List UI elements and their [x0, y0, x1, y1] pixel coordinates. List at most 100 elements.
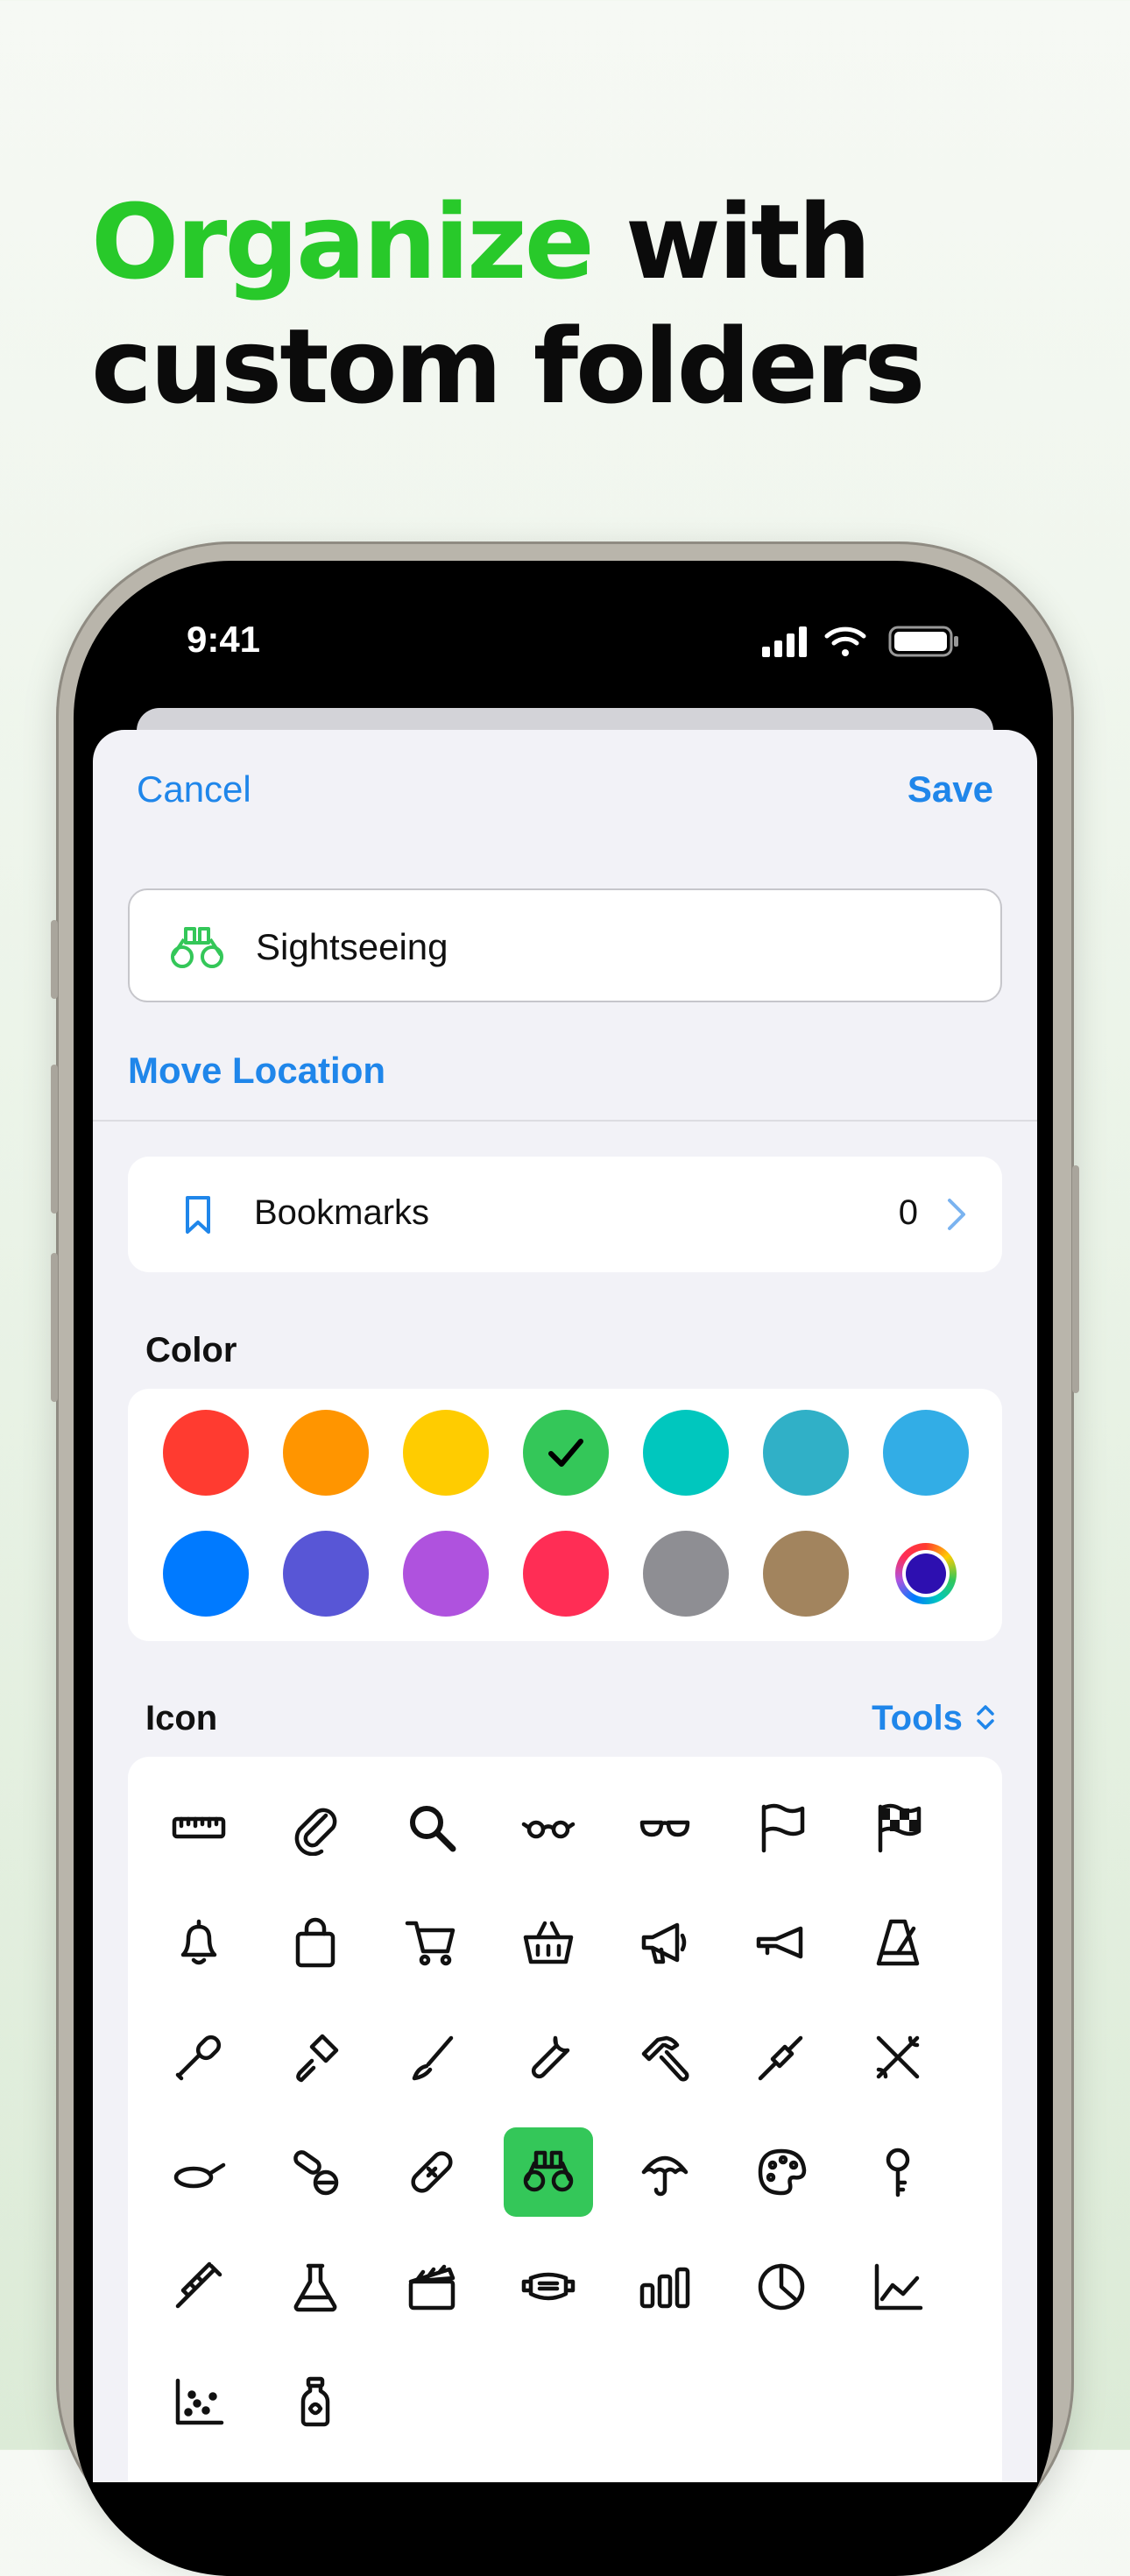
volume-down-button	[51, 1253, 58, 1402]
custom-color-picker[interactable]	[883, 1531, 969, 1617]
key-icon	[886, 2148, 910, 2197]
basket-icon	[523, 1921, 574, 1964]
icon-option[interactable]	[737, 1898, 826, 1987]
icon-category-menu[interactable]: Tools	[872, 1699, 995, 1738]
icon-option[interactable]	[504, 2242, 593, 2332]
bottle-icon	[300, 2376, 330, 2427]
color-swatch[interactable]	[523, 1531, 609, 1617]
wrench-and-screwdriver-icon	[876, 2035, 920, 2079]
divider	[93, 1120, 1037, 1122]
color-swatch[interactable]	[163, 1410, 249, 1496]
checkmark-icon	[548, 1439, 583, 1467]
icon-option[interactable]	[620, 2013, 710, 2102]
eyeglasses-icon	[521, 1820, 576, 1839]
icon-option[interactable]	[271, 2357, 360, 2446]
icon-card	[128, 1757, 1002, 2482]
headline-rest: with	[591, 181, 872, 302]
icon-option[interactable]	[504, 1783, 593, 1872]
icon-option[interactable]	[853, 2013, 943, 2102]
metronome-icon	[876, 1919, 920, 1966]
color-swatch[interactable]	[403, 1531, 489, 1617]
color-swatch[interactable]	[523, 1410, 609, 1496]
headline: Organize with custom folders	[91, 180, 925, 428]
color-swatch[interactable]	[163, 1531, 249, 1617]
color-swatch[interactable]	[763, 1531, 849, 1617]
icon-option[interactable]	[154, 2357, 244, 2446]
icon-option[interactable]	[853, 2127, 943, 2217]
side-button	[1072, 1165, 1079, 1393]
scatter-chart-icon	[175, 2378, 224, 2425]
syringe-icon	[175, 2261, 222, 2309]
color-swatch[interactable]	[763, 1410, 849, 1496]
icon-option[interactable]	[154, 2242, 244, 2332]
icon-option[interactable]	[737, 2242, 826, 2332]
color-swatch[interactable]	[283, 1531, 369, 1617]
shopping-bag-icon	[295, 1917, 335, 1968]
cancel-button[interactable]: Cancel	[137, 768, 251, 810]
icon-option[interactable]	[737, 1783, 826, 1872]
icon-option[interactable]	[387, 2127, 477, 2217]
icon-option[interactable]	[504, 1898, 593, 1987]
action-button	[51, 920, 58, 999]
status-icons	[762, 626, 958, 657]
color-swatch[interactable]	[283, 1410, 369, 1496]
icon-option[interactable]	[271, 1783, 360, 1872]
pie-chart-icon	[758, 2263, 805, 2311]
line-chart-icon	[874, 2263, 923, 2311]
icon-option[interactable]	[154, 1783, 244, 1872]
icon-option[interactable]	[271, 2127, 360, 2217]
face-mask-icon	[521, 2272, 576, 2301]
icon-option[interactable]	[154, 2013, 244, 2102]
icon-option[interactable]	[504, 2127, 593, 2217]
flask-icon	[293, 2263, 337, 2312]
bookmarks-count: 0	[898, 1193, 918, 1232]
volume-up-button	[51, 1065, 58, 1214]
palette-icon	[758, 2148, 807, 2196]
icon-option[interactable]	[387, 1898, 477, 1987]
battery-icon	[888, 626, 958, 657]
headline-accent: Organize	[91, 181, 595, 302]
icon-option[interactable]	[154, 1898, 244, 1987]
icon-option[interactable]	[853, 2242, 943, 2332]
icon-option[interactable]	[504, 2013, 593, 2102]
clapperboard-icon	[408, 2264, 456, 2311]
icon-option[interactable]	[737, 2127, 826, 2217]
ruler-icon	[172, 1816, 226, 1839]
sunglasses-icon	[639, 1820, 690, 1837]
color-swatch[interactable]	[883, 1410, 969, 1496]
checkered-flag-icon	[878, 1803, 922, 1853]
flag-icon	[761, 1803, 805, 1853]
binoculars-icon	[523, 2150, 574, 2192]
icon-option[interactable]	[620, 1783, 710, 1872]
icon-option[interactable]	[154, 2127, 244, 2217]
icon-option[interactable]	[853, 1783, 943, 1872]
color-section-label: Color	[145, 1331, 237, 1369]
screwdriver-icon	[758, 2035, 803, 2081]
bookmarks-row[interactable]: Bookmarks 0	[128, 1157, 1002, 1272]
icon-option[interactable]	[737, 2013, 826, 2102]
umbrella-icon	[641, 2155, 689, 2197]
chevron-right-icon	[948, 1199, 965, 1230]
color-swatch[interactable]	[403, 1410, 489, 1496]
edit-folder-sheet: Cancel Save Move Location Bookmarks 0 Co…	[93, 730, 1037, 2482]
move-location-button[interactable]: Move Location	[128, 1050, 385, 1092]
icon-option[interactable]	[271, 2013, 360, 2102]
color-swatch[interactable]	[643, 1531, 729, 1617]
icon-option[interactable]	[271, 1898, 360, 1987]
icon-option[interactable]	[853, 1898, 943, 1987]
megaphone-icon	[641, 1922, 687, 1964]
bookmark-icon	[186, 1196, 210, 1234]
icon-option[interactable]	[620, 1898, 710, 1987]
cart-icon	[405, 1921, 456, 1966]
icon-option[interactable]	[387, 2242, 477, 2332]
icon-option[interactable]	[387, 1783, 477, 1872]
save-button[interactable]: Save	[908, 768, 993, 810]
icon-option[interactable]	[271, 2242, 360, 2332]
folder-name-field[interactable]	[128, 888, 1002, 1002]
frying-pan-icon	[173, 2162, 226, 2189]
color-swatch[interactable]	[643, 1410, 729, 1496]
icon-option[interactable]	[620, 2127, 710, 2217]
icon-option[interactable]	[620, 2242, 710, 2332]
folder-name-input[interactable]	[256, 920, 957, 974]
icon-option[interactable]	[387, 2013, 477, 2102]
